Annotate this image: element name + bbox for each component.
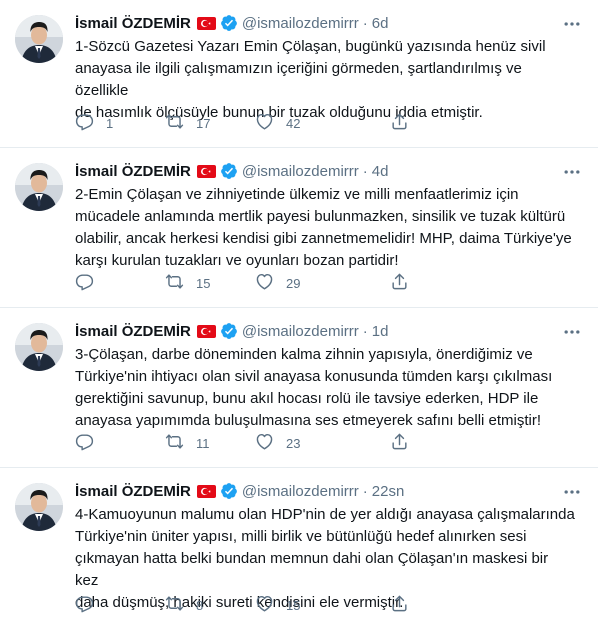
tweet[interactable]: İsmail ÖZDEMİR @ismailozdemirrr · 22sn 4… (0, 468, 598, 629)
author-handle[interactable]: @ismailozdemirrr (242, 15, 359, 32)
tweet-text: 3-Çölaşan, darbe döneminden kalma zihnin… (75, 346, 553, 429)
like-count: 23 (286, 435, 301, 451)
verified-icon (220, 482, 238, 500)
retweet-icon (165, 432, 184, 454)
turkey-flag-icon (196, 16, 216, 30)
tweet-actions: 11 23 (75, 433, 505, 453)
avatar[interactable] (15, 483, 63, 531)
reply-icon (75, 112, 94, 134)
retweet-button[interactable]: 17 (165, 113, 255, 133)
separator-dot: · (362, 322, 368, 340)
like-count: 42 (286, 115, 301, 131)
separator-dot: · (362, 482, 368, 500)
reply-button[interactable] (75, 433, 165, 453)
author-handle[interactable]: @ismailozdemirrr (242, 483, 359, 500)
share-icon (390, 594, 409, 616)
tweet[interactable]: İsmail ÖZDEMİR @ismailozdemirrr · 6d 1-S… (0, 0, 598, 148)
more-icon[interactable] (562, 162, 582, 182)
tweet[interactable]: İsmail ÖZDEMİR @ismailozdemirrr · 1d 3-Ç… (0, 308, 598, 468)
heart-icon (255, 272, 274, 294)
separator-dot: · (362, 14, 368, 32)
verified-icon (220, 162, 238, 180)
turkey-flag-icon (196, 324, 216, 338)
retweet-count: 15 (196, 275, 211, 291)
tweet-time[interactable]: 6d (372, 15, 389, 32)
tweet-header: İsmail ÖZDEMİR @ismailozdemirrr · 4d (75, 160, 582, 182)
author-handle[interactable]: @ismailozdemirrr (242, 323, 359, 340)
like-count: 15 (286, 597, 301, 613)
retweet-count: 11 (196, 435, 210, 451)
tweet-actions: 15 29 (75, 273, 505, 293)
tweet-header: İsmail ÖZDEMİR @ismailozdemirrr · 6d (75, 12, 582, 34)
reply-count: 1 (106, 115, 114, 131)
share-icon (390, 272, 409, 294)
like-count: 29 (286, 275, 301, 291)
more-icon[interactable] (562, 322, 582, 342)
tweet-actions: 8 15 (75, 595, 505, 615)
heart-icon (255, 432, 274, 454)
share-icon (390, 432, 409, 454)
separator-dot: · (362, 162, 368, 180)
tweet-text: 1-Sözcü Gazetesi Yazarı Emin Çölaşan, bu… (75, 38, 546, 121)
author-name[interactable]: İsmail ÖZDEMİR (75, 15, 191, 32)
more-icon[interactable] (562, 14, 582, 34)
author-name[interactable]: İsmail ÖZDEMİR (75, 163, 191, 180)
tweet-header: İsmail ÖZDEMİR @ismailozdemirrr · 22sn (75, 480, 582, 502)
avatar[interactable] (15, 15, 63, 63)
tweet-header: İsmail ÖZDEMİR @ismailozdemirrr · 1d (75, 320, 582, 342)
reply-button[interactable] (75, 595, 165, 615)
like-button[interactable]: 23 (255, 433, 345, 453)
like-button[interactable]: 15 (255, 595, 345, 615)
share-icon (390, 112, 409, 134)
tweet-time[interactable]: 4d (372, 163, 389, 180)
share-button[interactable] (390, 113, 414, 133)
reply-button[interactable] (75, 273, 165, 293)
reply-icon (75, 432, 94, 454)
share-button[interactable] (390, 595, 414, 615)
tweet-text: 2-Emin Çölaşan ve zihniyetinde ülkemiz v… (75, 186, 572, 269)
author-name[interactable]: İsmail ÖZDEMİR (75, 323, 191, 340)
tweet-time[interactable]: 22sn (372, 483, 405, 500)
tweet-thread: İsmail ÖZDEMİR @ismailozdemirrr · 6d 1-S… (0, 0, 598, 629)
retweet-button[interactable]: 15 (165, 273, 255, 293)
heart-icon (255, 112, 274, 134)
more-icon[interactable] (562, 482, 582, 502)
avatar[interactable] (15, 323, 63, 371)
heart-icon (255, 594, 274, 616)
tweet-actions: 1 17 42 (75, 113, 505, 133)
like-button[interactable]: 42 (255, 113, 345, 133)
verified-icon (220, 322, 238, 340)
retweet-count: 8 (196, 597, 204, 613)
tweet[interactable]: İsmail ÖZDEMİR @ismailozdemirrr · 4d 2-E… (0, 148, 598, 308)
like-button[interactable]: 29 (255, 273, 345, 293)
retweet-icon (165, 594, 184, 616)
turkey-flag-icon (196, 484, 216, 498)
author-name[interactable]: İsmail ÖZDEMİR (75, 483, 191, 500)
reply-icon (75, 272, 94, 294)
avatar[interactable] (15, 163, 63, 211)
retweet-count: 17 (196, 115, 211, 131)
retweet-icon (165, 112, 184, 134)
turkey-flag-icon (196, 164, 216, 178)
verified-icon (220, 14, 238, 32)
reply-button[interactable]: 1 (75, 113, 165, 133)
retweet-button[interactable]: 8 (165, 595, 255, 615)
tweet-time[interactable]: 1d (372, 323, 389, 340)
retweet-icon (165, 272, 184, 294)
author-handle[interactable]: @ismailozdemirrr (242, 163, 359, 180)
reply-icon (75, 594, 94, 616)
share-button[interactable] (390, 433, 414, 453)
share-button[interactable] (390, 273, 414, 293)
retweet-button[interactable]: 11 (165, 433, 255, 453)
